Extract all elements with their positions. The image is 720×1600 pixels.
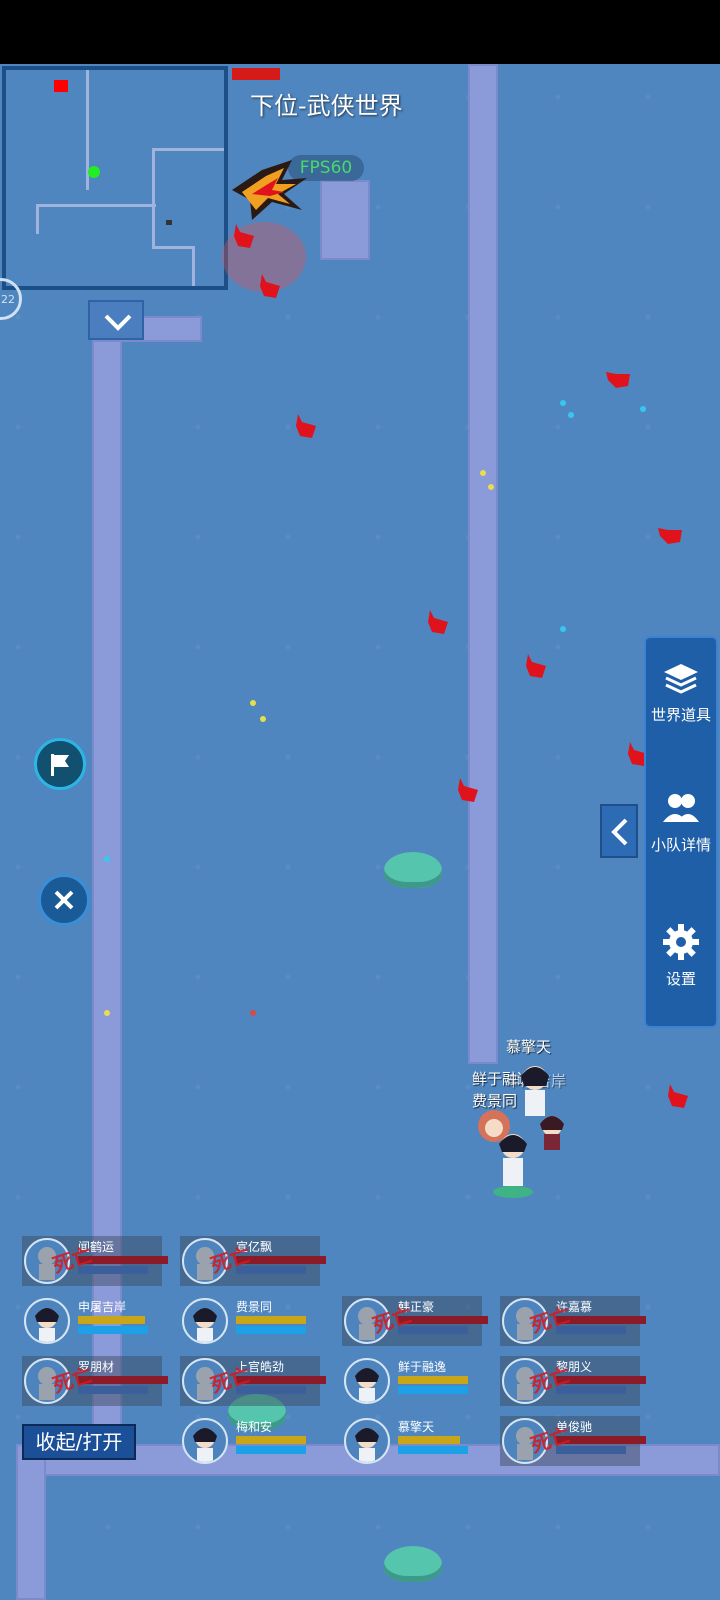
party-member-card[interactable]: 韩正豪 死亡 — [342, 1296, 488, 1346]
avatar — [344, 1358, 390, 1404]
sparkle — [560, 626, 566, 632]
minimap-wall — [36, 204, 39, 234]
side-menu: 世界道具 小队详情 设置 — [644, 636, 718, 1028]
collapse-toggle-button[interactable]: 收起/打开 — [22, 1424, 136, 1460]
party-member-card[interactable]: 单俊驰 死亡 — [500, 1416, 646, 1466]
party-member-name: 申屠吉岸 — [78, 1300, 127, 1314]
minimap-object-marker — [166, 220, 172, 225]
minimap-enemy-marker — [54, 80, 68, 92]
hp-bar — [398, 1376, 468, 1384]
mp-bar — [398, 1446, 468, 1454]
enemy-marker[interactable] — [230, 222, 258, 250]
enemy-marker[interactable] — [664, 1082, 692, 1110]
party-member-card[interactable]: 申屠吉岸 — [22, 1296, 162, 1346]
party-member-card[interactable]: 梅和安 — [180, 1416, 320, 1466]
minimap-player-marker — [88, 166, 100, 178]
sparkle — [250, 700, 256, 706]
enemy-marker[interactable] — [454, 776, 482, 804]
close-button[interactable] — [38, 874, 90, 926]
avatar — [182, 1298, 228, 1344]
side-item-label: 世界道具 — [650, 706, 711, 724]
party-member-card[interactable]: 慕擎天 — [342, 1416, 482, 1466]
party-member-card[interactable]: 黎朋义 死亡 — [500, 1356, 646, 1406]
bush — [384, 852, 442, 888]
party-member-card[interactable]: 宣亿飘 死亡 — [180, 1236, 326, 1286]
side-item-team-details[interactable]: 小队详情 — [646, 790, 716, 855]
party-member-card[interactable]: 闻鹤运 死亡 — [22, 1236, 168, 1286]
minimap-wall — [152, 148, 224, 151]
bush — [384, 1546, 442, 1582]
minimap-wall — [192, 246, 195, 286]
path-top-stub — [320, 180, 370, 260]
side-item-label: 设置 — [665, 970, 696, 988]
side-panel-collapse-button[interactable] — [600, 804, 638, 858]
avatar — [344, 1418, 390, 1464]
sparkle — [488, 484, 494, 490]
party-member-card[interactable]: 许嘉慕 死亡 — [500, 1296, 646, 1346]
hero-sprite[interactable] — [490, 1130, 536, 1204]
path-vertical-right — [468, 64, 498, 1064]
mp-bar — [236, 1326, 306, 1334]
sparkle — [250, 1010, 256, 1016]
enemy-marker[interactable] — [604, 366, 632, 394]
party-member-card[interactable]: 上官皓劲 死亡 — [180, 1356, 326, 1406]
sparkle — [560, 400, 566, 406]
close-icon — [54, 890, 74, 910]
phoenix-boss[interactable] — [222, 160, 312, 230]
party-member-card[interactable]: 罗朋材 死亡 — [22, 1356, 168, 1406]
mp-bar — [78, 1326, 148, 1334]
hero-sprite[interactable] — [536, 1112, 568, 1156]
phoenix-icon — [232, 160, 307, 220]
enemy-marker[interactable] — [424, 608, 452, 636]
flag-icon — [51, 754, 69, 776]
sparkle — [640, 406, 646, 412]
side-item-label: 小队详情 — [650, 836, 711, 854]
party-member-name: 鲜于融逸 — [398, 1360, 447, 1374]
team-icon — [663, 794, 699, 822]
hp-bar — [236, 1436, 306, 1444]
enemy-marker[interactable] — [656, 522, 684, 550]
sparkle — [104, 1010, 110, 1016]
mp-bar — [236, 1446, 306, 1454]
minimap-badge: 22 — [1, 293, 15, 306]
mp-bar — [398, 1386, 468, 1394]
hp-bar — [398, 1436, 460, 1444]
party-member-card[interactable]: 费景同 — [180, 1296, 320, 1346]
layers-icon — [664, 664, 698, 694]
side-item-settings[interactable]: 设置 — [646, 922, 716, 989]
status-bar — [0, 0, 720, 64]
sparkle — [568, 412, 574, 418]
minimap-wall — [152, 246, 192, 249]
avatar — [182, 1418, 228, 1464]
hero-label: 慕擎天 — [506, 1038, 552, 1056]
chevron-down-icon — [104, 314, 132, 331]
hp-bar — [78, 1316, 145, 1324]
avatar — [24, 1298, 70, 1344]
minimap-wall — [152, 148, 155, 248]
chevron-left-icon — [611, 818, 628, 846]
party-member-name: 费景同 — [236, 1300, 273, 1314]
sparkle — [104, 856, 110, 862]
minimap-collapse-button[interactable] — [88, 300, 144, 340]
sparkle — [480, 470, 486, 476]
minimap[interactable] — [2, 66, 228, 290]
sparkle — [260, 716, 266, 722]
minimap-wall — [36, 204, 156, 207]
flag-button[interactable] — [34, 738, 86, 790]
enemy-marker[interactable] — [256, 272, 284, 300]
party-member-name: 慕擎天 — [398, 1420, 435, 1434]
boss-hp-bar — [232, 68, 280, 80]
side-item-world-items[interactable]: 世界道具 — [646, 660, 716, 725]
path-vertical-bottom — [16, 1444, 46, 1600]
enemy-marker[interactable] — [292, 412, 320, 440]
hp-bar — [236, 1316, 306, 1324]
party-member-card[interactable]: 鲜于融逸 — [342, 1356, 482, 1406]
enemy-marker[interactable] — [522, 652, 550, 680]
gear-icon — [663, 924, 699, 960]
world-title: 下位-武侠世界 — [250, 92, 403, 120]
party-member-name: 梅和安 — [236, 1420, 273, 1434]
